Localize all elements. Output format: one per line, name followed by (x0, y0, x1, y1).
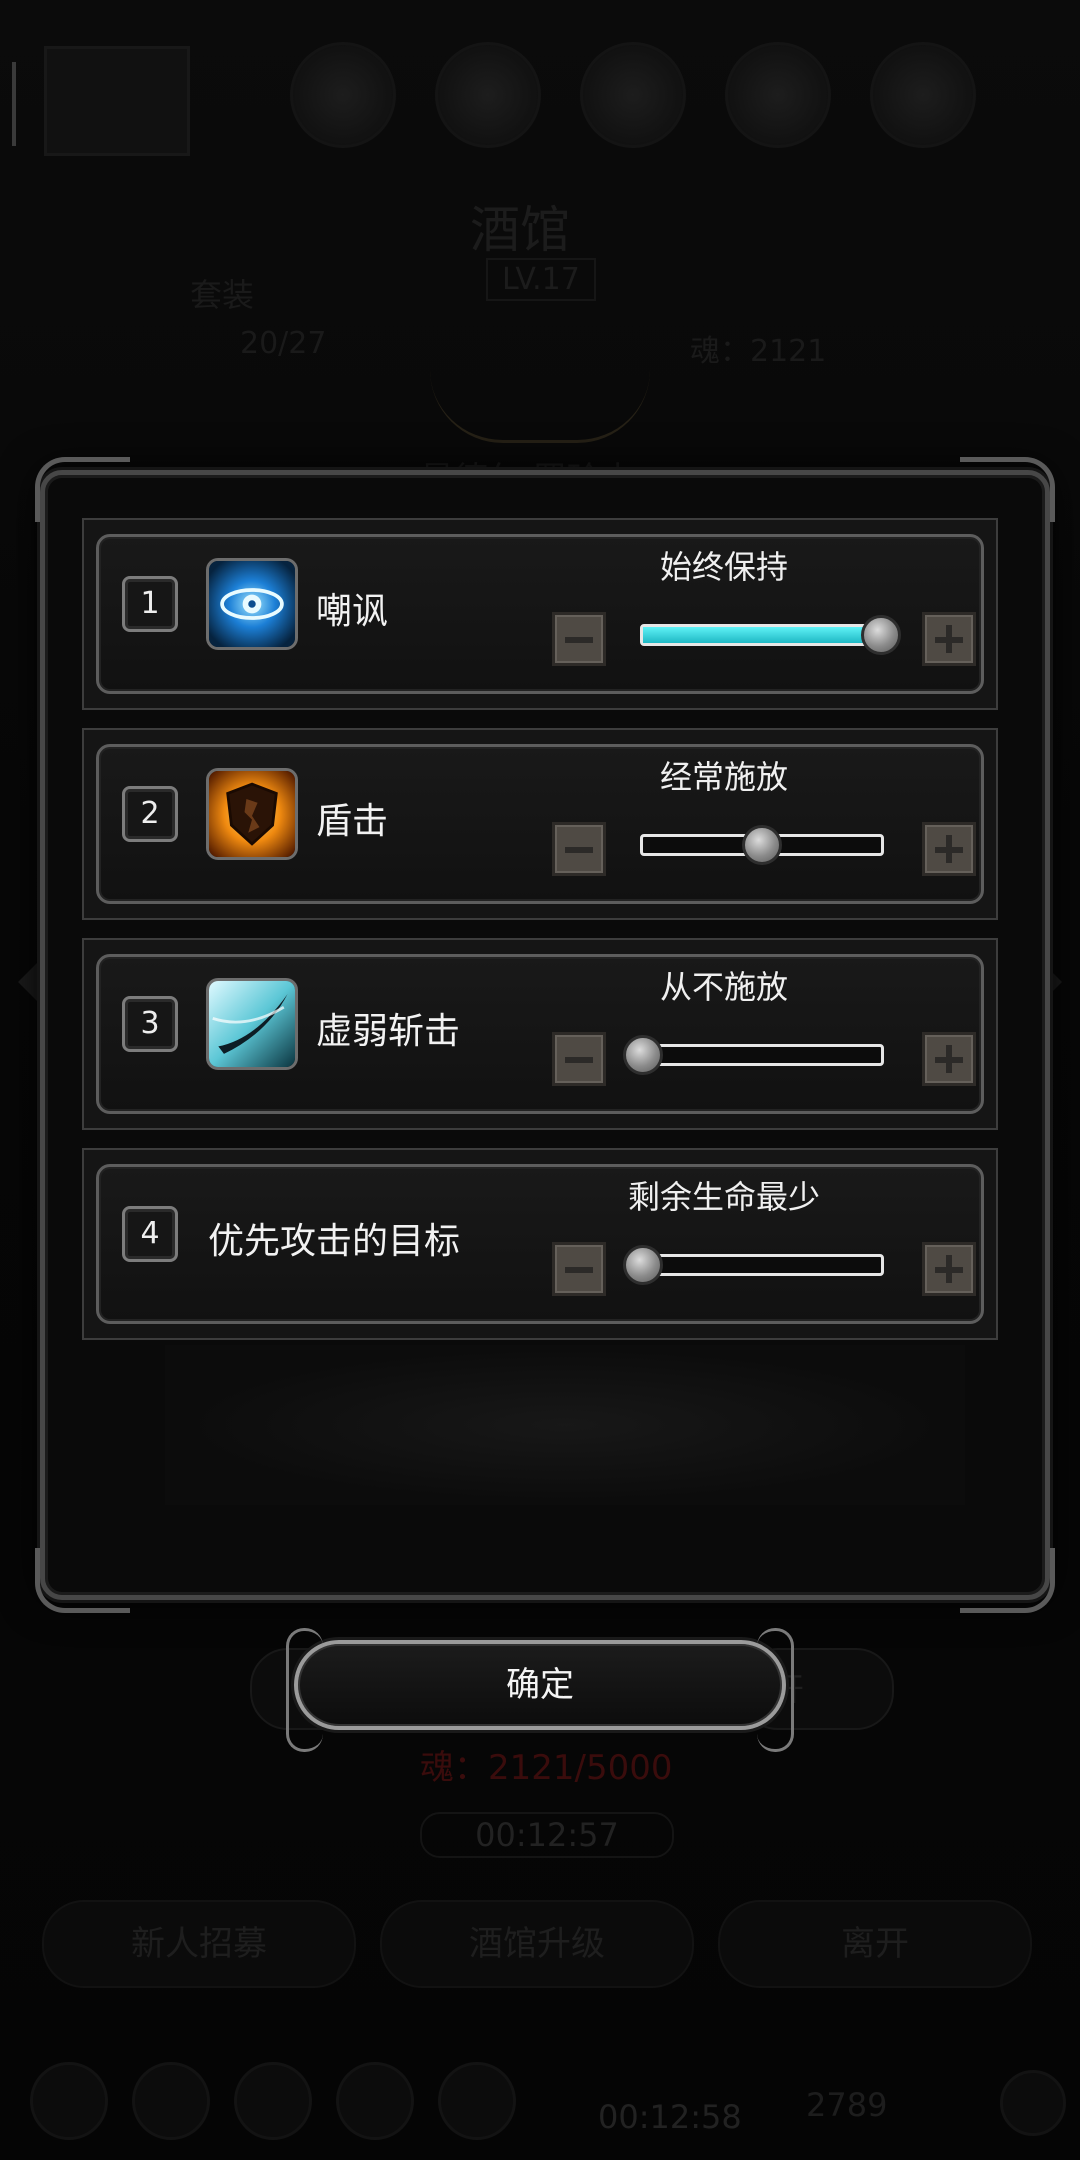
slider-knob[interactable] (742, 825, 782, 865)
slider-knob[interactable] (623, 1245, 663, 1285)
target-slider[interactable] (623, 1245, 884, 1285)
slider-knob[interactable] (623, 1035, 663, 1075)
row-index: 1 (122, 576, 178, 632)
add-icon (1000, 2070, 1066, 2136)
decrease-button[interactable] (552, 1242, 606, 1296)
skill-name: 嘲讽 (316, 591, 389, 632)
soul-counter: 魂：2121/5000 (420, 1748, 673, 1788)
top-menu-icon (725, 42, 831, 148)
increase-button[interactable] (922, 1032, 976, 1086)
decrease-button[interactable] (552, 612, 606, 666)
skill-row: 2 盾击 经常施放 (82, 728, 998, 920)
target-priority-label: 优先攻击的目标 (208, 1221, 461, 1262)
slider-knob[interactable] (861, 615, 901, 655)
confirm-button[interactable]: 确定 (286, 1628, 794, 1752)
dock-icon (234, 2062, 312, 2140)
hall-title: 酒馆 (470, 201, 570, 259)
eye-taunt-icon (206, 558, 298, 650)
count-right: 魂：2121 (690, 334, 827, 369)
row-index: 2 (122, 786, 178, 842)
skill-setting-label: 经常施放 (659, 758, 788, 796)
dock-icon (132, 2062, 210, 2140)
upgrade-button: 酒馆升级 (380, 1900, 694, 1988)
target-priority-row: 4 优先攻击的目标 剩余生命最少 (82, 1148, 998, 1340)
dock-currency: 2789 (806, 2086, 888, 2124)
avatar-frame (44, 46, 190, 156)
row-index: 3 (122, 996, 178, 1052)
frequency-slider[interactable] (640, 615, 901, 655)
skill-setting-label: 始终保持 (659, 548, 788, 586)
top-menu-icon (870, 42, 976, 148)
recruit-button: 新人招募 (42, 1900, 356, 1988)
row-index: 4 (122, 1206, 178, 1262)
refresh-timer: 00:12:57 (420, 1812, 674, 1858)
dock-icon (336, 2062, 414, 2140)
decrease-button[interactable] (552, 822, 606, 876)
increase-button[interactable] (922, 1242, 976, 1296)
skill-list: 1 嘲讽 始终保持 2 盾击 经常施放 3 虚弱斩击 从不施放 4 优先攻击的目… (82, 518, 998, 1358)
frame-corner (35, 1548, 130, 1613)
skill-row: 3 虚弱斩击 从不施放 (82, 938, 998, 1130)
decrease-button[interactable] (552, 1032, 606, 1086)
weak-slash-icon (206, 978, 298, 1070)
dock-icon (438, 2062, 516, 2140)
frame-corner (960, 1548, 1055, 1613)
count-left: 20/27 (240, 326, 327, 361)
frequency-slider[interactable] (623, 1035, 884, 1075)
ornament-icon (430, 370, 650, 443)
skill-name: 盾击 (316, 801, 389, 842)
leave-button: 离开 (718, 1900, 1032, 1988)
target-setting-label: 剩余生命最少 (627, 1178, 820, 1216)
top-menu-icon (290, 42, 396, 148)
dock-icon (30, 2062, 108, 2140)
skill-setting-label: 从不施放 (659, 968, 788, 1006)
slider-fill (643, 627, 881, 643)
skill-name: 虚弱斩击 (316, 1011, 461, 1052)
dock-timer: 00:12:58 (598, 2098, 742, 2136)
hud-indicator (12, 62, 16, 146)
top-menu-icon (580, 42, 686, 148)
skill-row: 1 嘲讽 始终保持 (82, 518, 998, 710)
hall-level: LV.17 (486, 258, 596, 301)
top-menu-icon (435, 42, 541, 148)
panel-texture (165, 1345, 965, 1505)
frequency-slider[interactable] (640, 825, 884, 865)
shield-bash-icon (206, 768, 298, 860)
increase-button[interactable] (922, 612, 976, 666)
suit-label: 套装 (190, 276, 255, 314)
prev-arrow-icon (18, 960, 40, 1004)
increase-button[interactable] (922, 822, 976, 876)
